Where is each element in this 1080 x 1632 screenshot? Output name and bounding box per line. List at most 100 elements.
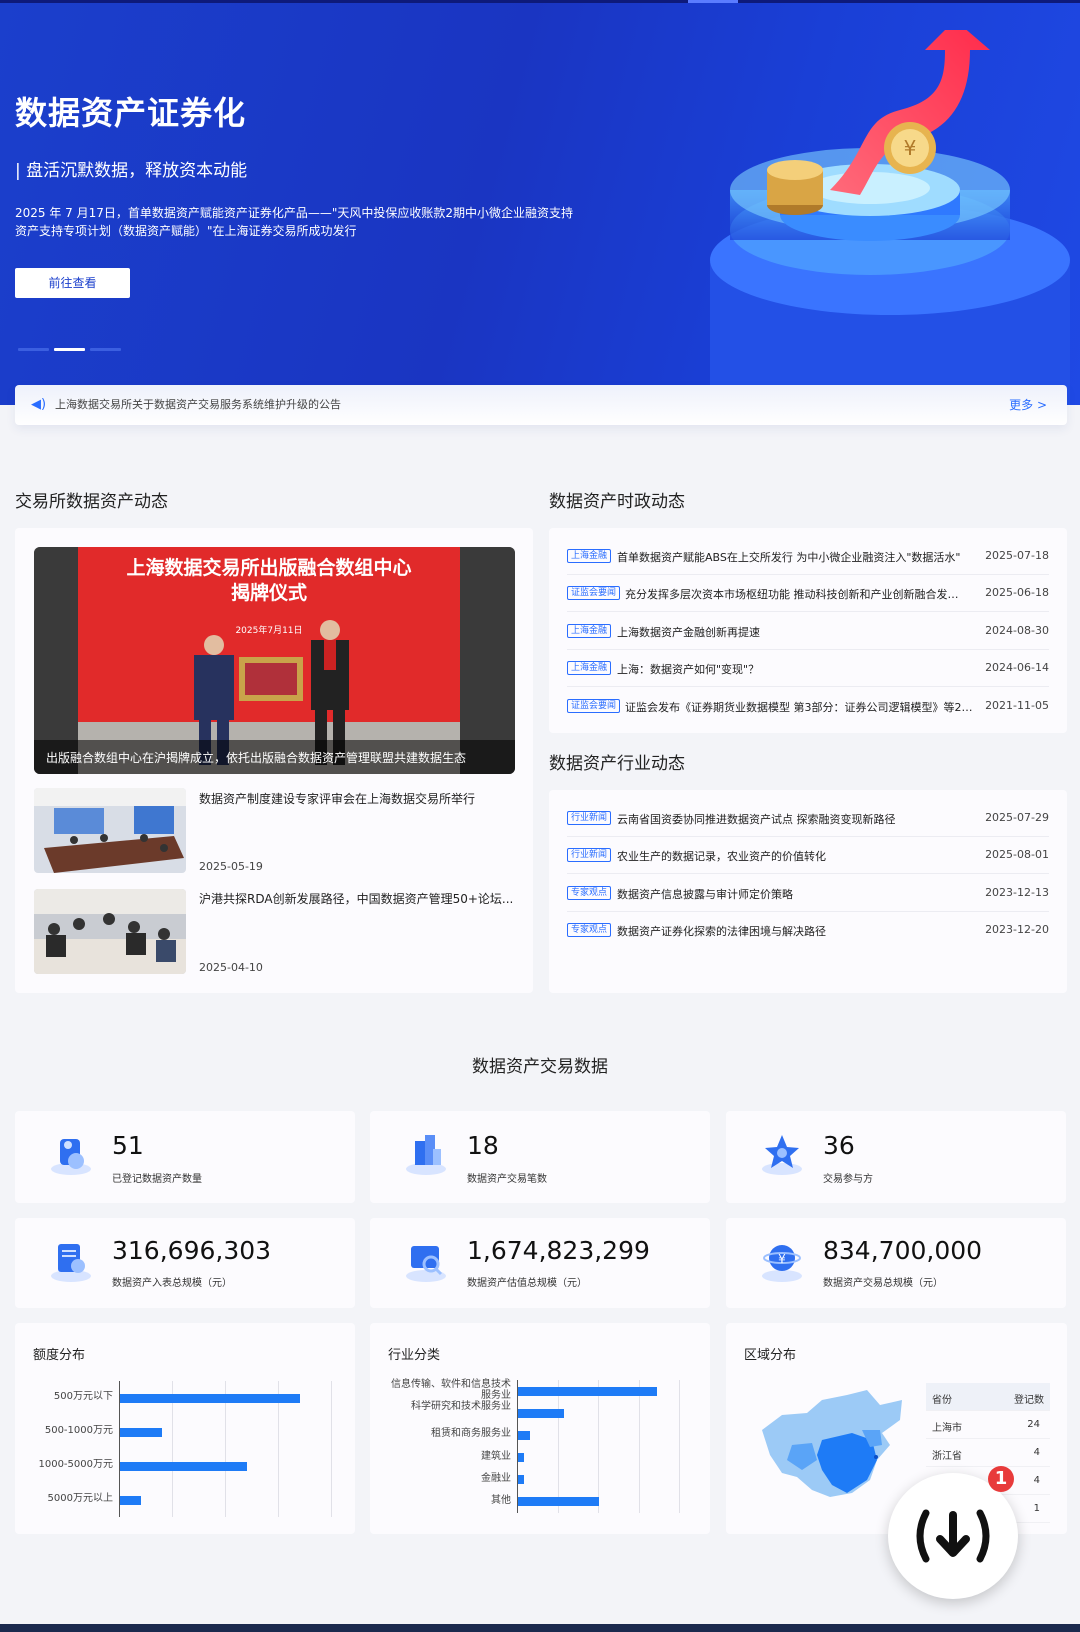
globe-icon: ¥	[762, 1245, 802, 1282]
news-title[interactable]: 上海：数据资产如何"变现"？	[617, 661, 967, 677]
bar[interactable]	[120, 1393, 301, 1403]
list-item[interactable]: 上海金融 首单数据资产赋能ABS在上交所发行 为中小微企业融资注入"数据活水" 20…	[567, 538, 1049, 575]
list-item[interactable]: 上海金融 上海数据资产金融创新再提速 2024-08-30	[567, 613, 1049, 650]
province-cell: 上海市	[932, 1423, 962, 1434]
stat-label: 数据资产估值总规模（元）	[467, 1278, 587, 1289]
count-cell: 1	[1033, 1503, 1040, 1514]
news-item-title[interactable]: 沪港共探RDA创新发展路径，中国数据资产管理50+论坛...	[199, 890, 515, 907]
featured-image-date: 2025年7月11日	[235, 624, 302, 636]
news-date: 2024-06-14	[985, 661, 1049, 674]
bar[interactable]	[518, 1475, 524, 1485]
news-tag: 上海金融	[567, 549, 612, 563]
featured-image-title: 上海数据交易所出版融合数组中心	[126, 556, 411, 579]
news-title[interactable]: 首单数据资产赋能ABS在上交所发行 为中小微企业融资注入"数据活水"	[617, 549, 967, 565]
table-row: 上海市 24	[926, 1411, 1050, 1439]
featured-news[interactable]: 上海数据交易所出版融合数组中心 揭牌仪式 2025年7月11日 出版融合数组中心…	[34, 547, 515, 774]
category-label: 金融业	[481, 1472, 511, 1484]
news-title[interactable]: 充分发挥多层次资本市场枢纽功能 推动科技创新和产业创新融合发展一...	[625, 586, 967, 602]
bar[interactable]	[518, 1408, 565, 1418]
list-item[interactable]: 证监会要闻 证监会发布《证券期货业数据模型 第3部分：证券公司逻辑模型》等2项金.…	[567, 688, 1049, 725]
building-icon	[406, 1135, 446, 1175]
news-date: 2025-08-01	[985, 848, 1049, 861]
news-title[interactable]: 数据资产信息披露与审计师定价策略	[617, 886, 967, 902]
svg-text:¥: ¥	[904, 136, 917, 160]
announcement-text[interactable]: 上海数据交易所关于数据资产交易服务系统维护升级的公告	[55, 396, 341, 412]
stat-card: 18 数据资产交易笔数	[370, 1111, 710, 1203]
news-tag: 专家观点	[567, 923, 612, 937]
table-row: 浙江省 4	[926, 1439, 1050, 1467]
news-title[interactable]: 上海数据资产金融创新再提速	[617, 624, 967, 640]
news-thumbnail[interactable]	[34, 889, 186, 974]
stat-card: 1,674,823,299 数据资产估值总规模（元）	[370, 1218, 710, 1308]
database-icon	[51, 1139, 91, 1175]
stat-card: ¥ 834,700,000 数据资产交易总规模（元）	[726, 1218, 1066, 1308]
category-label: 建筑业	[481, 1450, 511, 1462]
bar[interactable]	[518, 1453, 524, 1463]
news-tag: 上海金融	[567, 624, 612, 638]
news-item-date: 2025-04-10	[199, 961, 263, 974]
category-label: 其他	[491, 1494, 511, 1506]
meeting-photo	[34, 788, 186, 873]
svg-text:¥: ¥	[778, 1252, 786, 1266]
bar[interactable]	[518, 1430, 530, 1440]
carousel-dot[interactable]	[54, 348, 85, 351]
gridline	[679, 1380, 680, 1513]
news-title[interactable]: 云南省国资委协同推进数据资产试点 探索融资变现新路径	[617, 811, 967, 827]
carousel-dots[interactable]	[18, 336, 126, 355]
news-item-title[interactable]: 数据资产制度建设专家评审会在上海数据交易所举行	[199, 790, 475, 807]
news-title[interactable]: 证监会发布《证券期货业数据模型 第3部分：证券公司逻辑模型》等2项金...	[625, 699, 975, 715]
search-chart-icon	[406, 1246, 446, 1282]
news-thumbnail[interactable]	[34, 788, 186, 873]
view-button[interactable]: 前往查看	[15, 268, 130, 298]
stats-heading: 数据资产交易数据	[472, 1057, 608, 1077]
featured-news-caption[interactable]: 出版融合数组中心在沪揭牌成立，依托出版融合数据资产管理联盟共建数据生态	[34, 740, 515, 774]
news-date: 2023-12-20	[985, 923, 1049, 936]
list-item[interactable]: 专家观点 数据资产信息披露与审计师定价策略 2023-12-13	[567, 875, 1049, 912]
list-item[interactable]: 上海金融 上海：数据资产如何"变现"？ 2024-06-14	[567, 650, 1049, 687]
news-date: 2025-07-29	[985, 811, 1049, 824]
category-label: 科学研究和技术服务业	[411, 1401, 511, 1413]
stat-value: 834,700,000	[823, 1236, 983, 1265]
column-header: 省份	[932, 1395, 952, 1406]
news-date: 2025-07-18	[985, 549, 1049, 562]
gridline	[638, 1380, 640, 1513]
bar[interactable]	[518, 1386, 657, 1396]
chart-title: 额度分布	[33, 1348, 86, 1363]
star-icon	[762, 1135, 802, 1175]
more-link[interactable]: 更多 >	[1009, 396, 1047, 413]
news-title[interactable]: 数据资产证券化探索的法律困境与解决路径	[617, 923, 967, 939]
speaker-icon: ◀)	[31, 397, 47, 412]
category-label: 5000万元以上	[47, 1493, 113, 1504]
stat-label: 数据资产交易笔数	[467, 1174, 547, 1185]
news-item-date: 2025-05-19	[199, 860, 263, 873]
stat-label: 数据资产入表总规模（元）	[112, 1278, 232, 1289]
list-item[interactable]: 专家观点 数据资产证券化探索的法律困境与解决路径 2023-12-20	[567, 912, 1049, 949]
hero-title: 数据资产证券化	[15, 94, 247, 132]
stat-card: 36 交易参与方	[726, 1111, 1066, 1203]
bar[interactable]	[518, 1497, 599, 1507]
top-indicator	[0, 0, 1080, 3]
news-tag: 行业新闻	[567, 848, 612, 862]
document-icon	[51, 1244, 91, 1282]
list-item[interactable]: 证监会要闻 充分发挥多层次资本市场枢纽功能 推动科技创新和产业创新融合发展一...…	[567, 575, 1049, 612]
announcement-bar[interactable]: ◀) 上海数据交易所关于数据资产交易服务系统维护升级的公告 更多 >	[15, 385, 1067, 425]
carousel-dot[interactable]	[18, 348, 49, 351]
gridline	[557, 1380, 559, 1513]
news-title[interactable]: 农业生产的数据记录，农业资产的价值转化	[617, 848, 967, 864]
count-cell: 4	[1033, 1475, 1040, 1486]
chart-title: 行业分类	[388, 1348, 441, 1363]
news-tag: 证监会要闻	[567, 699, 621, 713]
stat-label: 已登记数据资产数量	[112, 1174, 202, 1185]
hero-description: 2025 年 7 月17日，首单数据资产赋能资产证券化产品——"天风中投保应收账…	[15, 206, 574, 238]
gridline	[331, 1381, 332, 1517]
carousel-dot[interactable]	[90, 348, 121, 351]
news-tag: 证监会要闻	[567, 586, 621, 600]
bar[interactable]	[120, 1427, 163, 1437]
forum-photo	[34, 889, 186, 974]
bar[interactable]	[120, 1461, 248, 1471]
list-item[interactable]: 行业新闻 云南省国资委协同推进数据资产试点 探索融资变现新路径 2025-07-29	[567, 800, 1049, 837]
list-item[interactable]: 行业新闻 农业生产的数据记录，农业资产的价值转化 2025-08-01	[567, 837, 1049, 874]
category-label: 500万元以下	[53, 1391, 113, 1402]
news-tag: 上海金融	[567, 661, 612, 675]
bar[interactable]	[120, 1495, 142, 1505]
